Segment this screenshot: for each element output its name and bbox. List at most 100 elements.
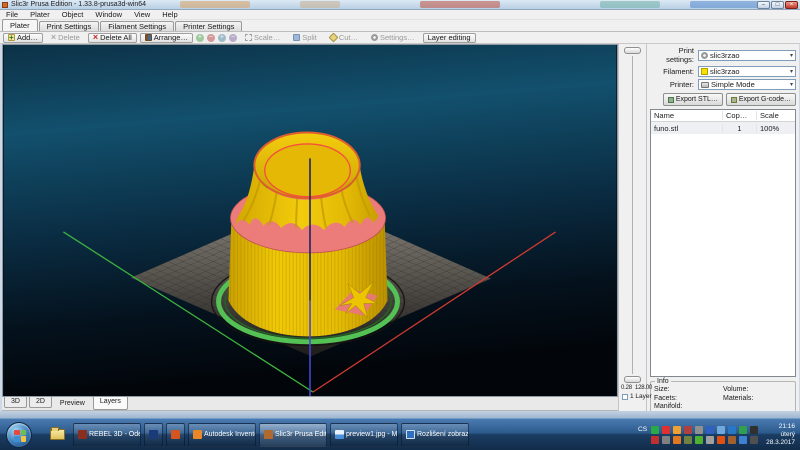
export-stl-button[interactable]: Export STL…	[663, 93, 723, 106]
column-name[interactable]: Name	[651, 111, 723, 120]
settings-button[interactable]: Settings…	[366, 33, 420, 43]
taskbar-button-display[interactable]: Rozlišení zobrazení	[401, 423, 469, 447]
close-button[interactable]: ×	[785, 1, 798, 9]
one-layer-label: 1 Layer	[630, 393, 652, 400]
scale-button[interactable]: Scale…	[240, 33, 285, 43]
explorer-folder-icon[interactable]	[50, 429, 65, 440]
info-volume-label: Volume:	[723, 386, 792, 395]
taskbar-clock[interactable]: 21:16 úterý 28.3.2017	[762, 423, 800, 447]
filament-select[interactable]: slic3rzao ▾	[698, 66, 796, 77]
view-tab-preview[interactable]: Preview	[54, 399, 91, 408]
menu-window[interactable]: Window	[89, 10, 128, 20]
add-button[interactable]: Add…	[3, 33, 43, 43]
taskbar-button-label: Slic3r Prusa Edition - ...	[275, 431, 327, 438]
split-button[interactable]: Split	[288, 33, 322, 43]
gear-icon	[371, 34, 378, 41]
tray-icon[interactable]	[739, 436, 747, 444]
tab-printer-settings[interactable]: Printer Settings	[175, 21, 242, 31]
tray-icon[interactable]	[739, 426, 747, 434]
cut-button[interactable]: Cut…	[325, 33, 363, 43]
minimize-button[interactable]: –	[757, 1, 770, 9]
object-table[interactable]: Name Cop… Scale funo.stl 1 100%	[650, 109, 796, 377]
menu-file[interactable]: File	[0, 10, 24, 20]
export-gcode-button[interactable]: Export G-code…	[726, 93, 796, 106]
one-layer-checkbox[interactable]	[622, 394, 628, 400]
delete-all-button[interactable]: × Delete All	[88, 33, 137, 43]
taskbar-button-paint[interactable]: preview1.jpg - Malov...	[330, 423, 398, 447]
app-icon	[2, 2, 8, 8]
tray-icon[interactable]	[695, 426, 703, 434]
scale-up-icon[interactable]: +	[218, 34, 226, 42]
tray-icon[interactable]	[750, 436, 758, 444]
background-tab-hint	[600, 1, 660, 8]
tray-icon[interactable]	[684, 426, 692, 434]
split-icon	[293, 34, 300, 41]
tray-icon[interactable]	[662, 436, 670, 444]
tray-icon[interactable]	[651, 436, 659, 444]
paint-icon	[335, 430, 344, 439]
3d-viewport[interactable]	[2, 44, 618, 397]
tray-icon[interactable]	[673, 426, 681, 434]
column-copies[interactable]: Cop…	[723, 111, 757, 120]
layer-slider-bottom-handle[interactable]	[624, 376, 641, 383]
tray-icon[interactable]	[750, 426, 758, 434]
restore-button[interactable]: □	[771, 1, 784, 9]
menu-object[interactable]: Object	[56, 10, 90, 20]
delete-button[interactable]: × Delete	[46, 33, 85, 43]
tab-plater[interactable]: Plater	[2, 19, 38, 31]
rotate-ccw-icon[interactable]: +	[196, 34, 204, 42]
tray-icon[interactable]	[706, 426, 714, 434]
desktop-strip	[0, 411, 800, 418]
info-materials-label: Materials:	[723, 395, 792, 404]
printer-label: Printer:	[650, 80, 698, 89]
add-label: Add…	[17, 33, 38, 42]
taskbar-button-inventor[interactable]: Autodesk Inventor Pr...	[188, 423, 256, 447]
taskbar-button-slic3r[interactable]: Slic3r Prusa Edition - ...	[259, 423, 327, 447]
table-header-row: Name Cop… Scale	[651, 110, 795, 122]
taskbar-button-app1[interactable]	[144, 423, 163, 447]
menu-plater[interactable]: Plater	[24, 10, 56, 20]
taskbar-button-rebel[interactable]: REBEL 3D - Odeslat o...	[73, 423, 141, 447]
tray-icon[interactable]	[662, 426, 670, 434]
printer-icon	[701, 82, 709, 88]
filament-color-swatch	[701, 68, 708, 75]
view-tab-3d[interactable]: 3D	[4, 397, 27, 408]
rotate-cw-icon[interactable]: −	[207, 34, 215, 42]
cup-inner-ring	[265, 144, 351, 197]
tray-icon[interactable]	[706, 436, 714, 444]
language-indicator[interactable]: CS	[638, 426, 647, 433]
tray-icon[interactable]	[695, 436, 703, 444]
printer-select[interactable]: Simple Mode ▾	[698, 79, 796, 90]
tray-icon[interactable]	[717, 426, 725, 434]
view-tab-2d[interactable]: 2D	[29, 397, 52, 408]
taskbar: REBEL 3D - Odeslat o... Autodesk Invento…	[0, 418, 800, 450]
layer-slider-top-handle[interactable]	[624, 47, 641, 54]
background-tab-hint	[300, 1, 340, 8]
tray-icon[interactable]	[728, 426, 736, 434]
tray-icon[interactable]	[651, 426, 659, 434]
menu-help[interactable]: Help	[156, 10, 183, 20]
scale-down-icon[interactable]: −	[229, 34, 237, 42]
layer-editing-label: Layer editing	[428, 33, 471, 42]
print-settings-select[interactable]: slic3rzao ▾	[698, 50, 796, 61]
tab-filament-settings[interactable]: Filament Settings	[100, 21, 174, 31]
tray-icon[interactable]	[684, 436, 692, 444]
tray-icon[interactable]	[717, 436, 725, 444]
view-tab-layers[interactable]: Layers	[93, 397, 128, 410]
clock-date: 28.3.2017	[766, 439, 795, 447]
layer-slider-track[interactable]	[632, 56, 633, 374]
main-tab-bar: Plater Print Settings Filament Settings …	[0, 20, 800, 32]
tray-icon[interactable]	[728, 436, 736, 444]
info-group: Info Size: Volume: Facets: Materials: Ma…	[650, 381, 796, 413]
menu-view[interactable]: View	[128, 10, 156, 20]
start-button[interactable]	[6, 422, 32, 448]
layer-editing-button[interactable]: Layer editing	[423, 33, 476, 43]
column-scale[interactable]: Scale	[757, 111, 795, 120]
table-row[interactable]: funo.stl 1 100%	[651, 122, 795, 134]
info-legend: Info	[655, 378, 671, 385]
taskbar-button-app2[interactable]	[166, 423, 185, 447]
3d-scene[interactable]	[3, 45, 617, 396]
arrange-button[interactable]: Arrange…	[140, 33, 193, 43]
tray-icon[interactable]	[673, 436, 681, 444]
tab-print-settings[interactable]: Print Settings	[39, 21, 100, 31]
